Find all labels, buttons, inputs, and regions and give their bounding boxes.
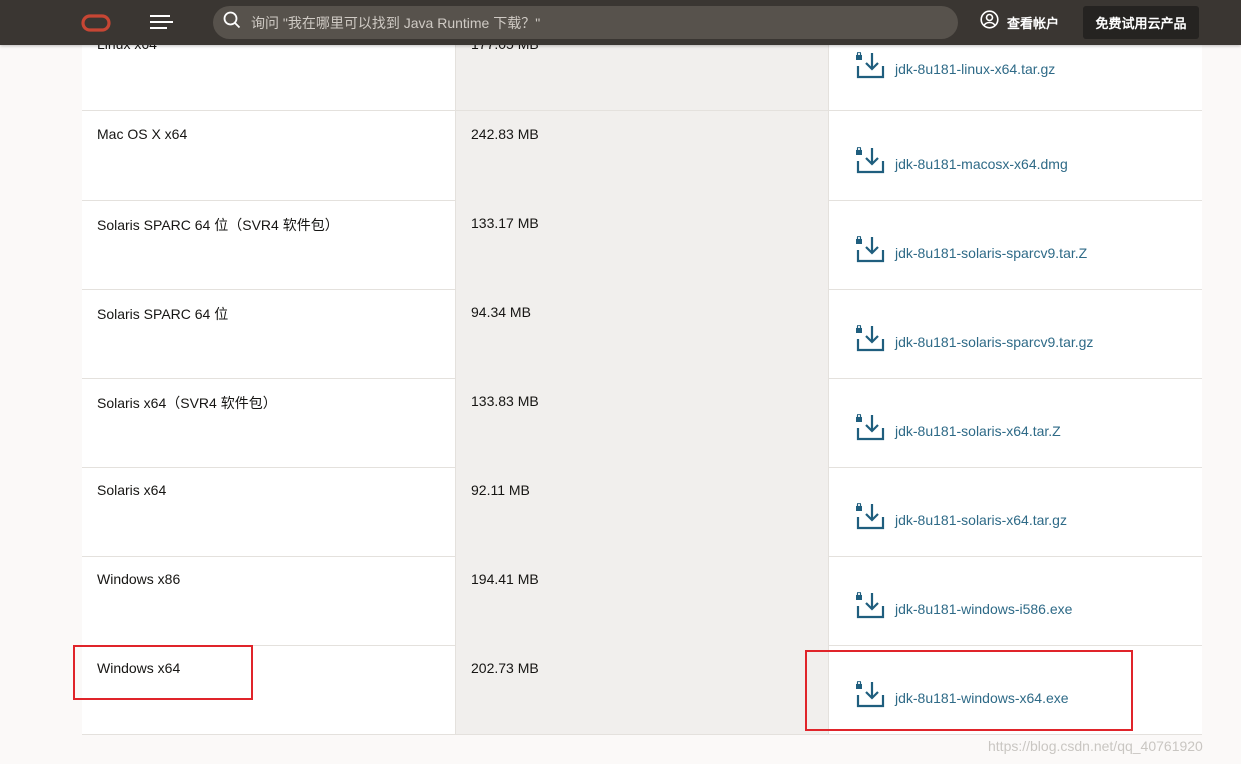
download-link[interactable]: jdk-8u181-windows-i586.exe [855,591,1073,625]
download-cell: jdk-8u181-macosx-x64.dmg [829,111,1202,200]
download-cell: jdk-8u181-solaris-x64.tar.gz [829,467,1202,556]
download-lock-icon [855,146,885,180]
table-row: Windows x86 194.41 MB jdk-8u181-windows-… [82,556,1202,646]
download-filename: jdk-8u181-windows-i586.exe [895,600,1073,617]
download-filename: jdk-8u181-solaris-sparcv9.tar.gz [895,333,1094,350]
hamburger-icon[interactable] [150,14,173,30]
free-trial-button[interactable]: 免费试用云产品 [1083,6,1199,39]
download-link[interactable]: jdk-8u181-solaris-sparcv9.tar.Z [855,235,1088,269]
os-cell: Mac OS X x64 [97,126,188,142]
os-cell: Windows x86 [97,571,181,587]
download-cell: jdk-8u181-solaris-sparcv9.tar.gz [829,289,1202,378]
table-row: Mac OS X x64 242.83 MB jdk-8u181-macosx-… [82,111,1202,201]
size-cell: 92.11 MB [455,467,829,556]
download-link[interactable]: jdk-8u181-solaris-x64.tar.Z [855,413,1061,447]
size-cell: 133.17 MB [455,200,829,289]
table-row: Solaris x64 92.11 MB jdk-8u181-solaris-x… [82,467,1202,557]
download-link[interactable]: jdk-8u181-solaris-sparcv9.tar.gz [855,324,1094,358]
size-cell: 133.83 MB [455,378,829,467]
size-cell: 202.73 MB [455,645,829,734]
os-cell: Solaris SPARC 64 位 [97,306,229,322]
table-row: Solaris x64（SVR4 软件包） 133.83 MB jdk-8u18… [82,378,1202,468]
size-cell: 94.34 MB [455,289,829,378]
search-bar[interactable] [213,6,958,39]
highlight-box-os [73,645,253,700]
user-circle-icon [980,10,999,34]
download-lock-icon [855,51,885,85]
download-filename: jdk-8u181-solaris-x64.tar.gz [895,511,1067,528]
os-cell: Solaris SPARC 64 位（SVR4 软件包） [97,217,339,233]
download-filename: jdk-8u181-solaris-sparcv9.tar.Z [895,244,1088,261]
download-lock-icon [855,324,885,358]
top-navbar: 查看帐户 免费试用云产品 [0,0,1241,45]
download-lock-icon [855,235,885,269]
download-filename: jdk-8u181-linux-x64.tar.gz [895,60,1056,77]
download-table: Linux x64 177.05 MB jdk-8u181-linux-x64.… [82,0,1202,735]
download-filename: jdk-8u181-solaris-x64.tar.Z [895,422,1061,439]
account-button[interactable]: 查看帐户 [980,10,1059,34]
download-link[interactable]: jdk-8u181-macosx-x64.dmg [855,146,1068,180]
os-cell: Solaris x64 [97,482,167,498]
size-cell: 194.41 MB [455,556,829,645]
os-cell: Solaris x64（SVR4 软件包） [97,395,277,411]
download-filename: jdk-8u181-macosx-x64.dmg [895,155,1068,172]
download-cell: jdk-8u181-solaris-x64.tar.Z [829,378,1202,467]
watermark: https://blog.csdn.net/qq_40761920 [988,738,1203,754]
download-lock-icon [855,502,885,536]
download-cell: jdk-8u181-windows-i586.exe [829,556,1202,645]
download-link[interactable]: jdk-8u181-solaris-x64.tar.gz [855,502,1067,536]
table-row: Solaris SPARC 64 位（SVR4 软件包） 133.17 MB j… [82,200,1202,290]
size-cell: 242.83 MB [455,111,829,200]
download-lock-icon [855,413,885,447]
download-link[interactable]: jdk-8u181-linux-x64.tar.gz [855,51,1056,85]
download-lock-icon [855,591,885,625]
search-icon [223,11,241,34]
oracle-logo[interactable] [81,14,111,32]
highlight-box-download [805,650,1133,731]
account-label: 查看帐户 [1007,15,1060,31]
table-row: Solaris SPARC 64 位 94.34 MB jdk-8u181-so… [82,289,1202,379]
search-input[interactable] [249,13,953,32]
download-cell: jdk-8u181-solaris-sparcv9.tar.Z [829,200,1202,289]
